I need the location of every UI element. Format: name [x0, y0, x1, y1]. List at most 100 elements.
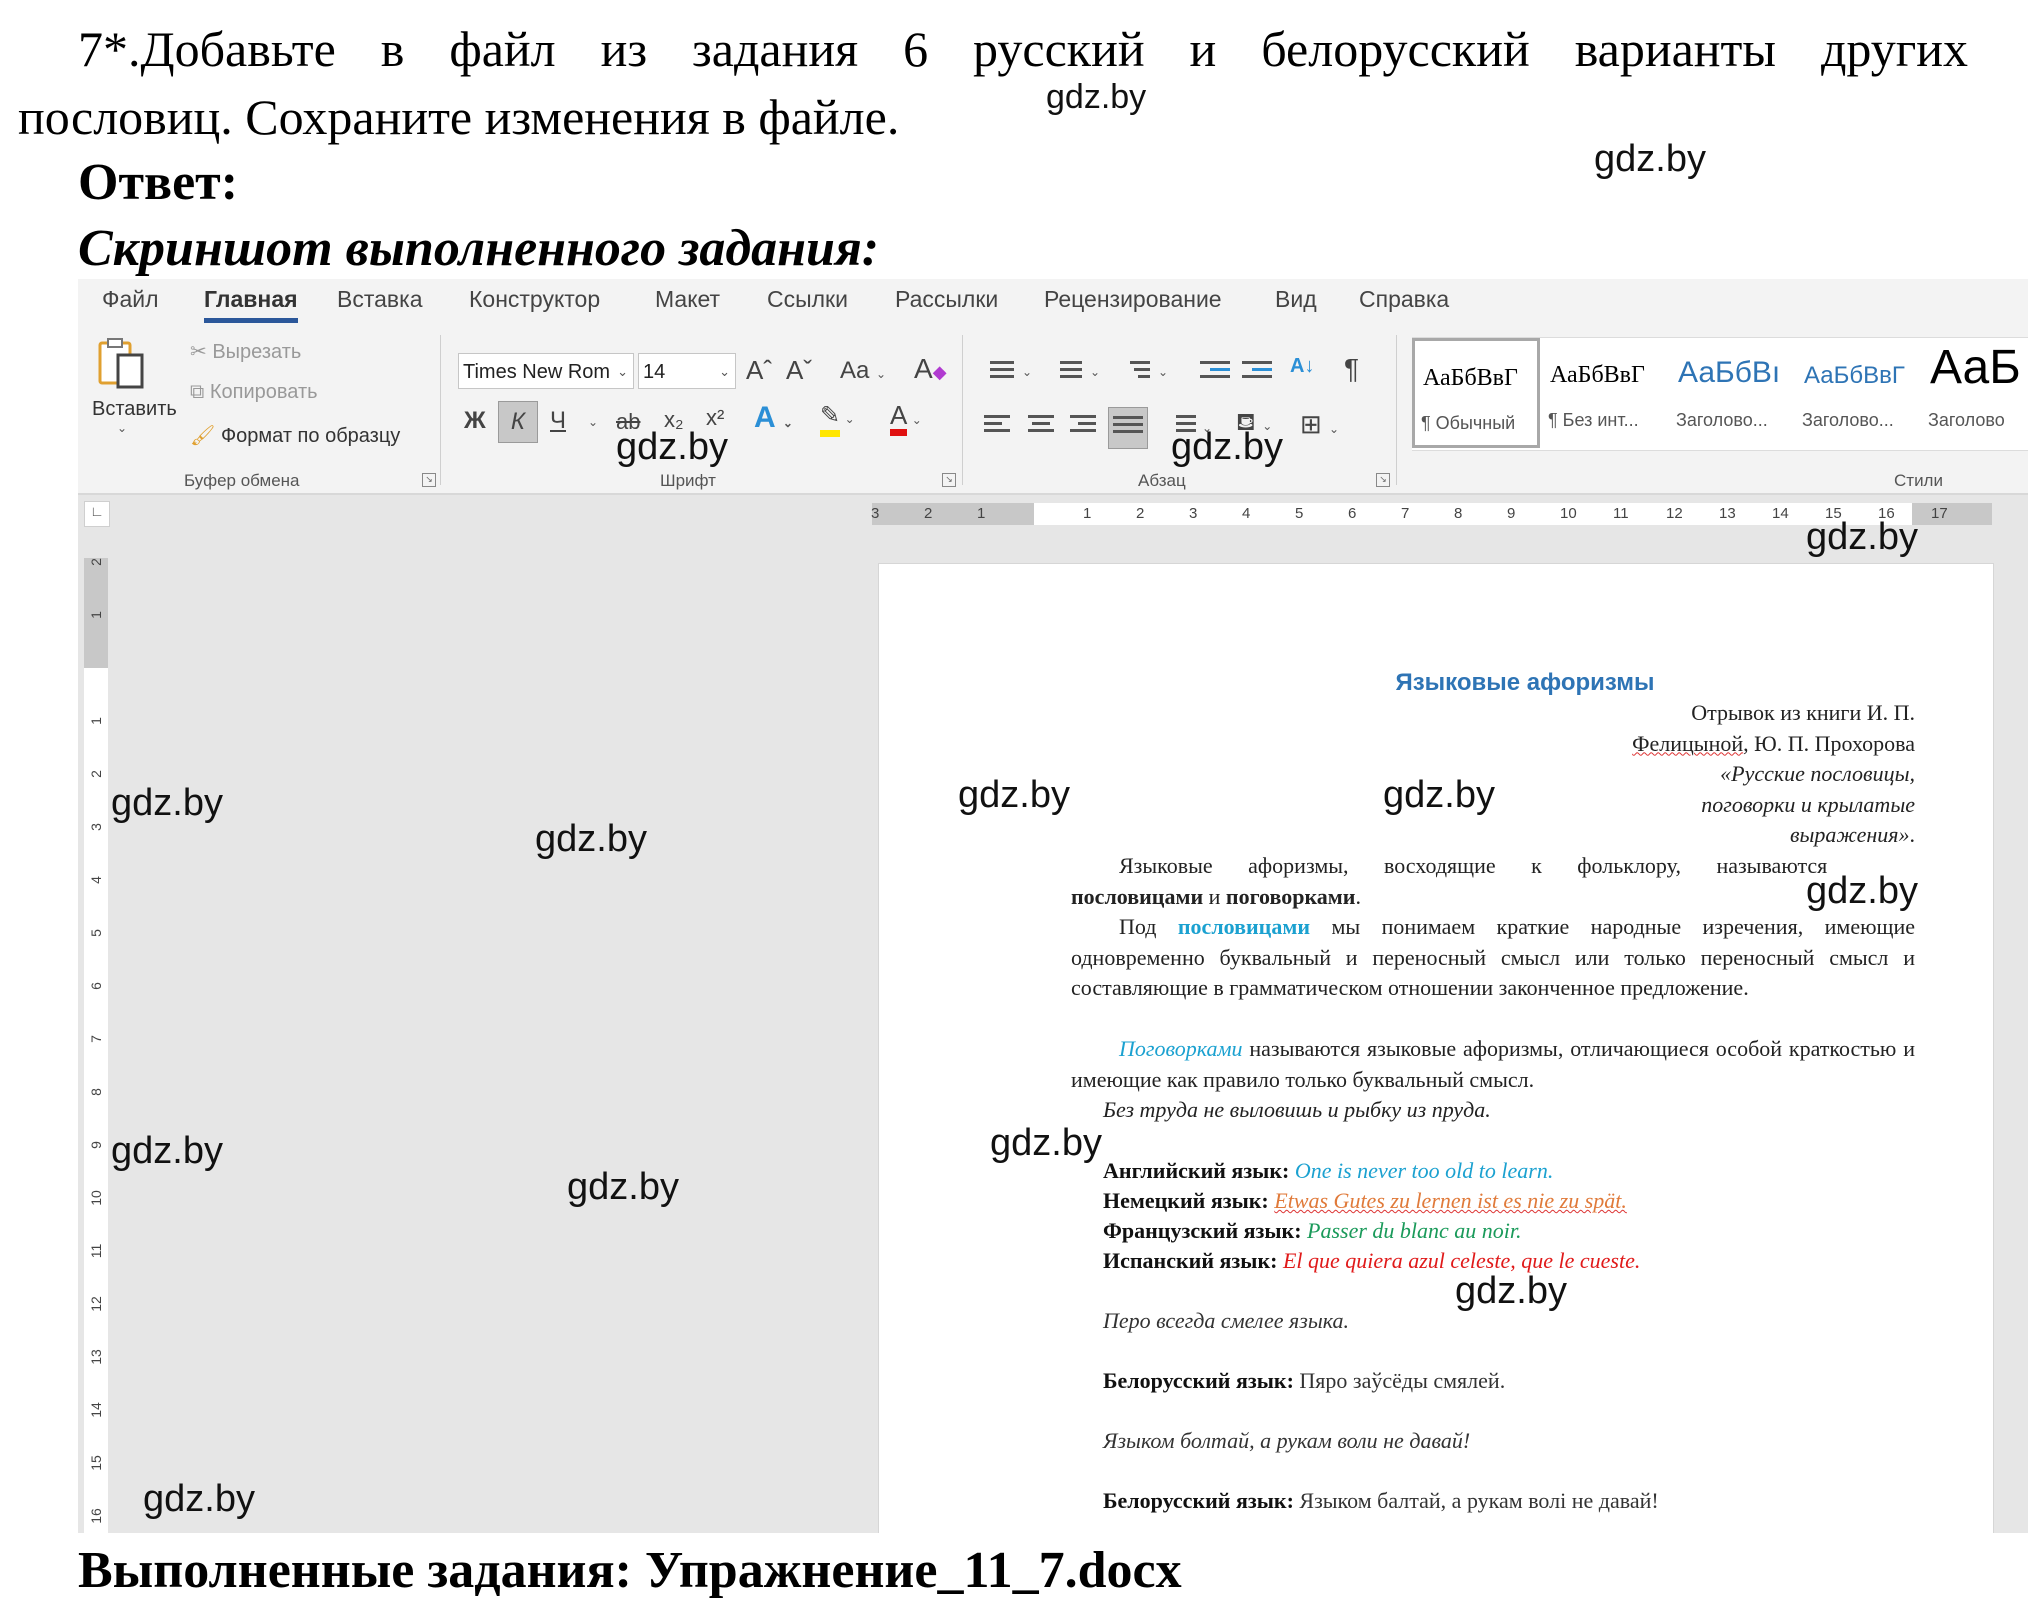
borders-icon: ⊞: [1300, 409, 1322, 439]
ruler-tick-label: 6: [88, 982, 104, 990]
paragraph-3: Поговорками называются языковые афоризмы…: [1071, 1034, 1915, 1095]
style-sample: АаБбВı: [1678, 356, 1781, 389]
citation-line: поговорки и крылатые: [1701, 791, 1915, 817]
format-painter-label: Формат по образцу: [220, 425, 401, 447]
underline-button[interactable]: Ч: [550, 407, 566, 435]
watermark: gdz.by: [1455, 1270, 1567, 1312]
tab-references[interactable]: Ссылки: [767, 286, 848, 313]
paragraph-text: .: [1355, 883, 1361, 909]
cut-button[interactable]: ✂ Вырезать: [190, 339, 301, 364]
language-label: Немецкий язык:: [1103, 1188, 1269, 1213]
change-case-button[interactable]: Aa ⌄: [840, 357, 886, 385]
ruler-tick-label: 13: [1719, 505, 1736, 522]
answer-label: Ответ:: [78, 154, 239, 211]
dialog-launcher-icon[interactable]: ↘: [942, 473, 956, 487]
dialog-launcher-icon[interactable]: ↘: [422, 473, 436, 487]
chevron-down-icon[interactable]: ⌄: [1158, 365, 1168, 379]
sort-button[interactable]: А↓: [1290, 355, 1314, 378]
translation-text: Etwas Gutes zu lernen ist es nie zu spät…: [1274, 1188, 1627, 1213]
chevron-down-icon: ⌄: [617, 364, 628, 379]
font-size-value: 14: [643, 361, 666, 383]
group-label-clipboard: Буфер обмена: [184, 471, 300, 490]
paragraph-1: Языковые афоризмы, восходящие к фольклор…: [1071, 851, 1915, 912]
vertical-ruler[interactable]: 2 1 1 2 3 4 5 6 7 8 9 10 11 12 13 14 15 16: [84, 558, 108, 1533]
dialog-launcher-icon[interactable]: ↘: [1376, 473, 1390, 487]
chevron-down-icon[interactable]: ⌄: [1022, 365, 1032, 379]
multilevel-list-button[interactable]: [1120, 361, 1150, 385]
translation-text: Passer du blanc au noir.: [1307, 1218, 1522, 1243]
ruler-tick-label: 7: [1401, 505, 1410, 522]
chevron-down-icon[interactable]: ⌄: [588, 415, 598, 429]
italic-button[interactable]: К: [498, 401, 538, 443]
tab-insert[interactable]: Вставка: [337, 286, 423, 313]
ruler-tick-label: 3: [871, 505, 880, 522]
grow-font-button[interactable]: Aˆ: [746, 355, 772, 386]
watermark: gdz.by: [1806, 870, 1918, 912]
style-heading-2[interactable]: АаБбВвГ Заголово...: [1796, 338, 1922, 448]
increase-indent-button[interactable]: [1242, 361, 1272, 385]
tab-design[interactable]: Конструктор: [469, 286, 600, 313]
citation-line: выражения».: [1789, 822, 1915, 847]
style-name: ¶ Обычный: [1421, 413, 1516, 433]
ruler-tick-label: 1: [88, 611, 104, 619]
chevron-down-icon[interactable]: ⌄: [1090, 365, 1100, 379]
highlight-button[interactable]: ✎ ⌄: [820, 401, 855, 437]
group-label-paragraph: Абзац: [1138, 471, 1186, 490]
paragraph-text: Языковые афоризмы, восходящие к фольклор…: [1119, 853, 1828, 878]
tab-layout[interactable]: Макет: [655, 286, 720, 313]
tab-review[interactable]: Рецензирование: [1044, 286, 1222, 313]
shrink-font-button[interactable]: Aˇ: [786, 355, 812, 386]
ruler-tick-label: 5: [1295, 505, 1304, 522]
ruler-tick-label: 2: [88, 770, 104, 778]
bold-button[interactable]: Ж: [464, 407, 486, 435]
tab-selector-icon[interactable]: ∟: [84, 501, 110, 527]
show-marks-button[interactable]: ¶: [1344, 353, 1359, 385]
style-heading-1[interactable]: АаБбВı Заголово...: [1670, 338, 1796, 448]
copy-button[interactable]: ⧉ Копировать: [190, 381, 318, 404]
chevron-down-icon: ⌄: [116, 421, 128, 435]
ruler-tick-label: 13: [88, 1349, 104, 1365]
tab-file[interactable]: Файл: [102, 286, 159, 313]
tab-home[interactable]: Главная: [204, 286, 298, 323]
tab-mailings[interactable]: Рассылки: [895, 286, 998, 313]
style-title[interactable]: АаБ Заголово: [1922, 338, 2028, 448]
tab-view[interactable]: Вид: [1275, 286, 1317, 313]
justify-button[interactable]: [1108, 407, 1148, 449]
tab-help[interactable]: Справка: [1359, 286, 1449, 313]
ruler-tick-label: 11: [88, 1243, 104, 1259]
paragraph-text: Под: [1119, 914, 1178, 939]
clear-formatting-button[interactable]: A◆: [914, 353, 947, 385]
align-left-button[interactable]: [984, 415, 1014, 439]
numbering-button[interactable]: [1052, 361, 1082, 385]
language-label: Белорусский язык:: [1103, 1488, 1294, 1513]
borders-button[interactable]: ⊞ ⌄: [1300, 409, 1339, 440]
chevron-down-icon: ⌄: [844, 412, 855, 426]
language-label: Французский язык:: [1103, 1218, 1302, 1243]
font-color-button[interactable]: A ⌄: [890, 401, 922, 436]
ruler-tick-label: 17: [1931, 505, 1948, 522]
group-separator: [962, 335, 963, 485]
font-name-combo[interactable]: Times New Rom ⌄: [458, 353, 634, 389]
watermark: gdz.by: [1046, 78, 1147, 116]
format-painter-button[interactable]: 🖌 Формат по образцу: [190, 423, 400, 448]
font-size-combo[interactable]: 14 ⌄: [638, 353, 736, 389]
language-label: Испанский язык:: [1103, 1248, 1278, 1273]
chevron-down-icon: ⌄: [719, 364, 730, 379]
watermark: gdz.by: [111, 1130, 223, 1172]
style-name: Заголово: [1928, 410, 2005, 430]
align-center-button[interactable]: [1028, 415, 1058, 439]
document-page[interactable]: Языковые афоризмы Отрывок из книги И. П.…: [878, 563, 1994, 1533]
translation-french: Французский язык: Passer du blanc au noi…: [1103, 1216, 1522, 1247]
style-no-spacing[interactable]: АаБбВвГ ¶ Без инт...: [1542, 338, 1668, 448]
align-right-button[interactable]: [1070, 415, 1100, 439]
language-label: Белорусский язык:: [1103, 1368, 1294, 1393]
text-effects-button[interactable]: A ⌄: [754, 401, 793, 435]
group-separator: [1396, 335, 1397, 485]
ribbon: Вставить ⌄ ✂ Вырезать ⧉ Копировать 🖌 Фор…: [78, 325, 2028, 495]
ruler-tick-label: 1: [1083, 505, 1092, 522]
paste-button[interactable]: Вставить ⌄: [92, 337, 177, 437]
style-normal[interactable]: АаБбВвГ ¶ Обычный: [1412, 338, 1540, 448]
ruler-tick-label: 14: [1772, 505, 1789, 522]
decrease-indent-button[interactable]: [1200, 361, 1230, 385]
bullets-button[interactable]: [984, 361, 1014, 385]
